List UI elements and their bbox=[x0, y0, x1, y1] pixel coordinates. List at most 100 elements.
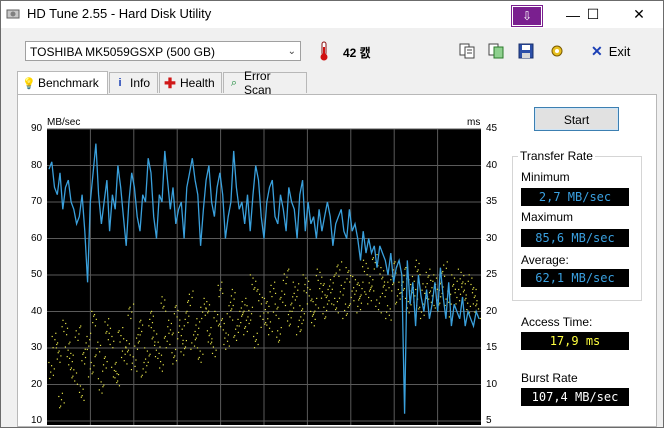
access-time-point bbox=[261, 296, 263, 299]
access-time-point bbox=[439, 302, 441, 304]
access-time-point bbox=[177, 331, 180, 333]
access-time-point bbox=[382, 286, 384, 288]
access-time-point bbox=[210, 343, 212, 345]
access-time-point bbox=[430, 279, 432, 281]
access-time-point bbox=[293, 292, 295, 294]
access-time-point bbox=[148, 325, 150, 327]
access-time-point bbox=[328, 285, 331, 287]
access-time-point bbox=[257, 288, 259, 291]
access-time-point bbox=[320, 297, 323, 299]
access-time-point bbox=[67, 349, 69, 351]
access-time-point bbox=[224, 337, 226, 339]
access-time-point bbox=[223, 343, 225, 346]
access-time-point bbox=[402, 289, 405, 291]
access-time-point bbox=[305, 292, 308, 294]
access-time-point bbox=[199, 350, 201, 352]
access-time-point bbox=[140, 376, 142, 378]
access-time-point bbox=[66, 327, 69, 329]
access-time-point bbox=[413, 280, 415, 282]
access-time-point bbox=[331, 303, 333, 305]
access-time-point bbox=[379, 296, 381, 298]
access-time-point bbox=[286, 276, 288, 278]
access-time-point bbox=[342, 317, 344, 320]
access-time-point bbox=[464, 299, 466, 301]
access-time-point bbox=[226, 313, 228, 315]
access-time-point bbox=[51, 365, 53, 367]
access-time-point bbox=[109, 327, 112, 329]
access-time-point bbox=[241, 315, 243, 317]
access-time-point bbox=[208, 335, 210, 337]
access-time-point bbox=[449, 293, 452, 295]
access-time-point bbox=[126, 351, 129, 353]
access-time-point bbox=[159, 367, 161, 369]
access-time-point bbox=[135, 337, 138, 339]
access-time-point bbox=[52, 347, 54, 349]
access-time-point bbox=[54, 339, 56, 341]
access-time-point bbox=[356, 283, 358, 286]
access-time-point bbox=[130, 369, 133, 371]
access-time-point bbox=[455, 303, 457, 305]
access-time-point bbox=[211, 338, 213, 340]
tab-benchmark[interactable]: 💡 Benchmark bbox=[17, 71, 108, 94]
minimum-value: 2,7 MB/sec bbox=[521, 188, 629, 206]
access-time-point bbox=[129, 354, 131, 356]
access-time-point bbox=[244, 326, 247, 328]
access-time-point bbox=[360, 294, 362, 296]
access-time-point bbox=[134, 365, 136, 367]
access-time-point bbox=[274, 303, 276, 305]
access-time-point bbox=[317, 279, 319, 281]
access-time-point bbox=[268, 327, 271, 329]
access-time-point bbox=[367, 303, 369, 305]
access-time-point bbox=[368, 290, 371, 292]
access-time-point bbox=[323, 283, 325, 285]
access-time-point bbox=[365, 293, 367, 295]
access-time-point bbox=[446, 261, 448, 263]
access-time-point bbox=[61, 326, 63, 328]
access-time-point bbox=[469, 305, 471, 307]
access-time-point bbox=[414, 295, 416, 297]
access-time-point bbox=[453, 277, 456, 279]
access-time-point bbox=[310, 310, 312, 312]
access-time-point bbox=[300, 329, 302, 331]
access-time-point bbox=[272, 311, 275, 313]
access-time-point bbox=[472, 303, 474, 305]
access-time-point bbox=[271, 296, 273, 298]
access-time-point bbox=[397, 288, 399, 291]
access-time-point bbox=[420, 311, 423, 313]
access-time-point bbox=[185, 340, 187, 342]
access-time-point bbox=[462, 281, 464, 283]
start-button[interactable]: Start bbox=[534, 107, 619, 131]
access-time-point bbox=[350, 296, 352, 299]
access-time-point bbox=[310, 300, 312, 302]
access-time-point bbox=[340, 284, 342, 286]
access-time-point bbox=[254, 287, 256, 289]
access-time-point bbox=[349, 303, 351, 305]
access-time-point bbox=[236, 325, 238, 327]
access-time-point bbox=[69, 357, 71, 359]
access-time-point bbox=[367, 267, 369, 269]
access-time-point bbox=[180, 335, 182, 337]
access-time-point bbox=[428, 298, 430, 300]
access-time-point bbox=[410, 304, 412, 306]
access-time-point bbox=[419, 274, 421, 276]
access-time-point bbox=[349, 281, 351, 283]
access-time-point bbox=[184, 318, 186, 320]
access-time-point bbox=[161, 296, 163, 298]
access-time-point bbox=[159, 361, 162, 363]
access-time-point bbox=[466, 309, 468, 311]
access-time-point bbox=[68, 364, 70, 366]
access-time-point bbox=[262, 318, 264, 320]
access-time-point bbox=[173, 313, 175, 315]
access-time-point bbox=[429, 268, 431, 270]
access-time-point bbox=[364, 291, 366, 293]
access-time-point bbox=[102, 370, 104, 372]
access-time-point bbox=[266, 301, 268, 303]
access-time-point bbox=[103, 384, 105, 386]
access-time-point bbox=[384, 296, 386, 298]
access-time-point bbox=[126, 363, 128, 365]
access-time-point bbox=[460, 271, 462, 273]
access-time-point bbox=[68, 343, 70, 345]
access-time-point bbox=[265, 322, 267, 324]
access-time-point bbox=[82, 353, 84, 355]
access-time-point bbox=[161, 370, 163, 372]
